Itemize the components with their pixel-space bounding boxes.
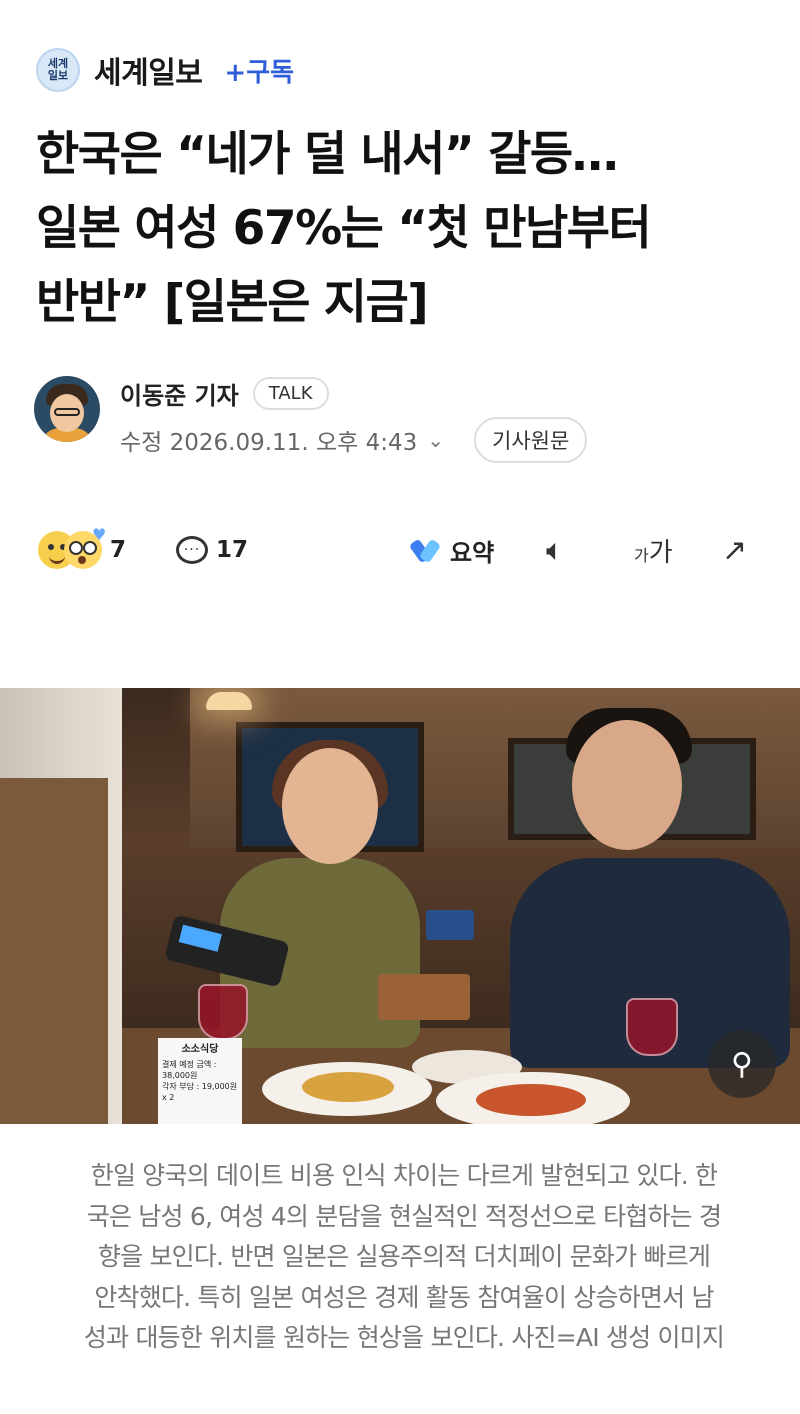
caption-line: 안착했다. 특히 일본 여성은 경제 활동 참여율이 상승하면서 남 [94,1282,714,1312]
caption-line: 국은 남성 6, 여성 4의 분담을 현실적인 적정선으로 타협하는 경 [86,1201,722,1231]
receipt-line: 각자 부담 : 19,000원 x 2 [162,1082,238,1102]
original-article-button[interactable]: 기사원문 [474,417,588,463]
title-line: 반반” [일본은 지금] [36,275,429,330]
logo-line-2: 일보 [47,69,69,82]
article-photo[interactable]: 소소식당 결제 예정 금액 : 38,000원 각자 부담 : 19,000원 … [0,688,800,1124]
talk-button[interactable]: TALK [252,376,329,410]
caption-line: 향을 보인다. 반면 일본은 실용주의적 더치페이 문화가 빠르게 [97,1242,711,1271]
receipt-title: 소소식당 [181,1044,219,1055]
reporter-name[interactable]: 이동준 기자 [120,376,239,411]
reaction-button[interactable]: ♥ 7 [38,525,127,574]
comment-bubble-icon: ··· [176,536,208,564]
press-logo[interactable]: 세계 일보 [36,48,80,92]
speaker-icon: 🔈︎ [546,532,564,568]
article-title: 한국은 “네가 덜 내서” 갈등… 일본 여성 67%는 “첫 만남부터 반반”… [36,118,776,340]
summary-button[interactable]: 요약 [408,526,495,574]
subscribe-button[interactable]: +구독 [224,52,294,89]
surprised-emoji-icon: ♥ [64,525,106,569]
comment-button[interactable]: ··· 17 [176,526,248,574]
share-button[interactable]: ↗ [722,526,747,574]
receipt: 소소식당 결제 예정 금액 : 38,000원 각자 부담 : 19,000원 … [158,1038,242,1124]
summary-label: 요약 [450,538,495,567]
byline: 이동준 기자 TALK 수정 2026.09.11. 오후 4:43 ⌄ 기사원… [34,376,588,464]
reaction-count: 7 [110,537,127,563]
press-name[interactable]: 세계일보 [94,48,203,92]
font-size-button[interactable]: 가가 [634,526,673,574]
zoom-icon[interactable]: ⚲ [708,1030,776,1098]
photo-caption: 한일 양국의 데이트 비용 인식 차이는 다르게 발현되고 있다. 한 국은 남… [34,1156,774,1359]
reporter-avatar[interactable] [34,376,100,442]
font-size-icon: 가가 [634,537,673,568]
comment-count: 17 [216,537,249,563]
ai-summary-icon [408,536,442,564]
article-date: 수정 2026.09.11. 오후 4:43 [120,430,418,456]
chevron-down-icon[interactable]: ⌄ [427,428,444,452]
listen-button[interactable]: 🔈︎ [546,526,564,574]
caption-line: 성과 대등한 위치를 원하는 현상을 보인다. 사진=AI 생성 이미지 [83,1323,725,1352]
title-line: 일본 여성 67%는 “첫 만남부터 [36,201,652,256]
receipt-line: 결제 예정 금액 : 38,000원 [162,1060,217,1080]
article-action-bar: ♥ 7 ··· 17 요약 🔈︎ 가가 ↗ [38,525,770,574]
caption-line: 한일 양국의 데이트 비용 인식 차이는 다르게 발현되고 있다. 한 [90,1161,718,1190]
title-line: 한국은 “네가 덜 내서” 갈등… [36,127,619,182]
share-icon: ↗ [722,532,748,568]
press-header: 세계 일보 세계일보 +구독 [36,44,294,96]
